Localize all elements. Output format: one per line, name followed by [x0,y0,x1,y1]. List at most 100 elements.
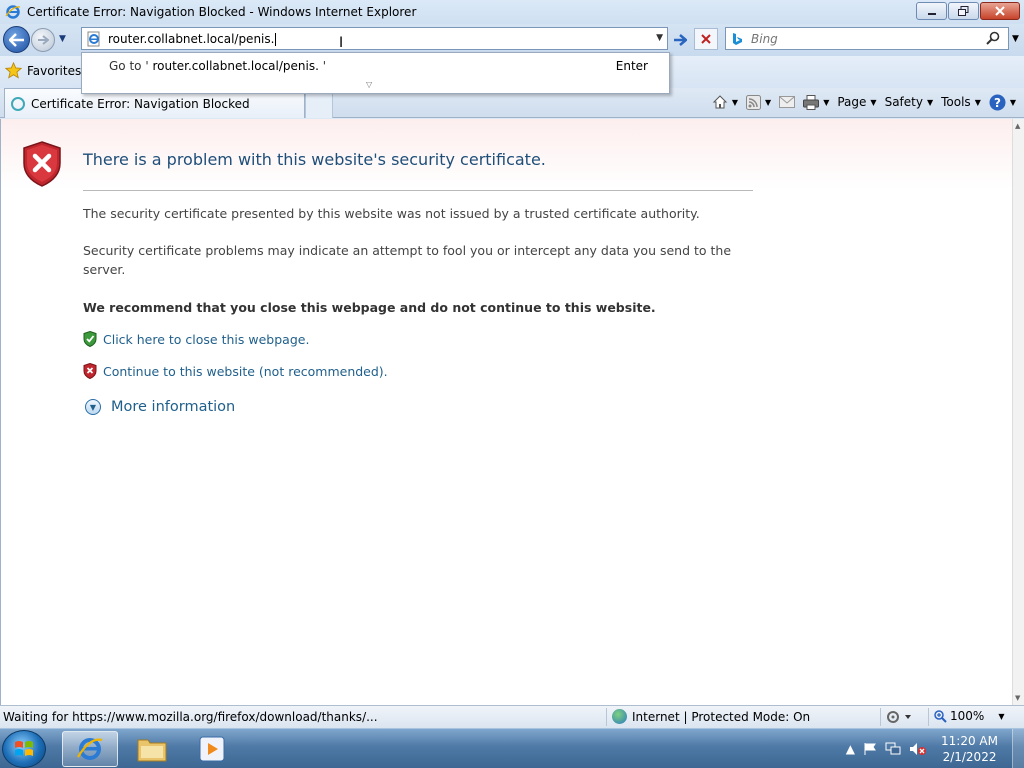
network-icon[interactable] [885,742,901,756]
page-menu[interactable]: Page ▼ [837,95,876,109]
close-icon [995,6,1005,16]
status-divider [606,708,607,726]
close-webpage-label[interactable]: Click here to close this webpage. [103,332,309,347]
popup-blocker-icon[interactable] [886,710,912,727]
chevron-down-icon[interactable]: ▼ [823,98,829,107]
folder-icon [137,739,167,762]
close-button[interactable] [980,2,1020,20]
taskbar-media-player[interactable] [184,731,240,767]
start-button[interactable] [2,730,46,768]
zoom-level: 100% [950,709,985,723]
zoom-control[interactable]: 100% ▼ [934,709,1004,723]
chevron-down-icon[interactable]: ▼ [732,98,738,107]
forward-button[interactable] [31,28,55,52]
back-button[interactable] [3,26,30,53]
restore-button[interactable] [948,2,979,20]
close-webpage-link[interactable]: Click here to close this webpage. [83,331,309,347]
printer-icon [803,94,820,110]
stop-icon [701,34,711,44]
chevron-down-icon: ▼ [926,97,934,107]
search-icon[interactable] [986,31,1000,45]
window-title: Certificate Error: Navigation Blocked - … [27,5,417,19]
tools-menu[interactable]: Tools ▼ [941,95,981,109]
recent-pages-dropdown[interactable]: ▼ [59,34,66,44]
bing-logo-icon [733,32,742,45]
search-options-dropdown[interactable]: ▼ [1012,34,1019,44]
green-shield-icon [83,331,97,347]
chevron-down-icon: ▼ [974,97,981,107]
address-input[interactable]: router.collabnet.local/penis. [108,32,276,46]
command-bar: ▼ ▼ ▼ Page ▼ Safety ▼ Tools ▼ ? ▼ [704,91,1016,113]
security-zone-label: Internet | Protected Mode: On [632,709,811,724]
print-button[interactable]: ▼ [803,94,829,110]
home-button[interactable]: ▼ [712,94,738,110]
taskbar-file-explorer[interactable] [124,731,180,767]
taskbar: ▲ 11:20 AM 2/1/2022 [0,728,1024,768]
stop-button[interactable] [694,28,718,50]
show-hidden-icons-icon[interactable]: ▲ [846,742,855,756]
divider [83,190,753,191]
clock-time: 11:20 AM [941,734,998,748]
address-dropdown-icon[interactable]: ▼ [656,33,663,43]
vertical-scrollbar[interactable]: ▲ ▼ [1012,119,1024,705]
show-more-chevron-icon[interactable]: ▽ [366,80,372,89]
enter-shortcut-label: Enter [615,59,648,73]
title-bar: Certificate Error: Navigation Blocked - … [0,0,1024,24]
search-input[interactable] [751,31,971,46]
page-title: There is a problem with this website's s… [83,150,546,169]
page-icon [87,31,100,46]
home-icon [712,95,728,109]
help-button[interactable]: ? ▼ [989,94,1016,111]
red-shield-icon [83,363,97,379]
continue-website-label[interactable]: Continue to this website (not recommende… [103,364,388,379]
star-icon [5,62,22,79]
gear-icon [887,711,911,723]
search-box[interactable] [725,27,1009,50]
chevron-down-icon[interactable]: ▼ [765,98,771,107]
system-tray: ▲ 11:20 AM 2/1/2022 [842,729,1024,768]
scroll-up-icon[interactable]: ▲ [1015,122,1020,130]
restore-icon [958,6,969,16]
feeds-button[interactable]: ▼ [746,94,771,110]
favorites-button[interactable]: Favorites [5,62,81,79]
goto-suffix: ' [318,59,327,73]
page-content: There is a problem with this website's s… [0,119,1012,705]
loading-spinner-icon [11,96,25,111]
text-cursor-icon: I [339,35,344,51]
safety-menu-label: Safety [884,95,923,109]
ie-logo-icon [5,5,21,19]
safety-menu[interactable]: Safety ▼ [885,95,934,109]
read-mail-button[interactable] [779,96,796,108]
continue-website-link[interactable]: Continue to this website (not recommende… [83,363,388,379]
security-zone[interactable]: Internet | Protected Mode: On [612,709,810,724]
action-center-flag-icon[interactable] [863,742,877,756]
status-text: Waiting for https://www.mozilla.org/fire… [3,710,378,724]
page-menu-label: Page [837,95,867,109]
status-bar: Waiting for https://www.mozilla.org/fire… [0,705,1024,728]
more-information-toggle[interactable]: ▼ More information [85,399,235,415]
ie-logo-icon [77,738,103,760]
go-button[interactable] [670,30,690,50]
tab-label: Certificate Error: Navigation Blocked [31,96,250,111]
more-information-label: More information [111,399,236,415]
new-tab-button[interactable] [305,92,333,118]
chevron-down-icon: ▼ [870,97,877,107]
media-player-icon [199,736,225,762]
minimize-button[interactable] [916,2,947,20]
chevron-down-icon[interactable]: ▼ [998,712,1004,721]
goto-prefix: Go to ' [109,59,149,73]
system-clock[interactable]: 11:20 AM 2/1/2022 [941,733,998,765]
taskbar-internet-explorer[interactable] [62,731,118,767]
back-arrow-icon [8,32,24,47]
address-bar[interactable]: router.collabnet.local/penis. ▼ [81,27,668,50]
scroll-down-icon[interactable]: ▼ [1015,694,1020,702]
autocomplete-goto-item[interactable]: Go to ' router.collabnet.local/penis. ' [109,59,326,73]
rss-icon [746,94,762,110]
address-autocomplete: Go to ' router.collabnet.local/penis. ' … [81,52,670,94]
volume-muted-icon[interactable] [909,742,927,756]
error-shield-icon [23,141,61,187]
description-text: The security certificate presented by th… [83,206,700,221]
warning-text: Security certificate problems may indica… [83,243,732,277]
chevron-down-icon[interactable]: ▼ [1010,98,1016,107]
show-desktop-button[interactable] [1012,729,1024,768]
